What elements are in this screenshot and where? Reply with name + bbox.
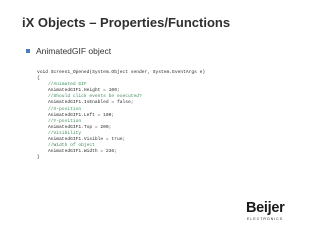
code-block: void Screen1_Opened(System.Object sender…: [37, 70, 205, 161]
bullet-text: AnimatedGIF object: [36, 46, 112, 56]
slide: iX Objects – Properties/Functions Animat…: [0, 0, 320, 240]
code-line: }: [37, 155, 40, 161]
bullet-item: AnimatedGIF object: [26, 46, 111, 56]
logo-subtitle: ELECTRONICS: [247, 217, 284, 221]
slide-title: iX Objects – Properties/Functions: [22, 15, 231, 30]
bullet-square-icon: [26, 49, 30, 53]
code-line: void Screen1_Opened(System.Object sender…: [37, 70, 206, 75]
logo-wordmark: Beijer: [246, 200, 285, 216]
beijer-logo: Beijer ELECTRONICS: [246, 200, 296, 226]
